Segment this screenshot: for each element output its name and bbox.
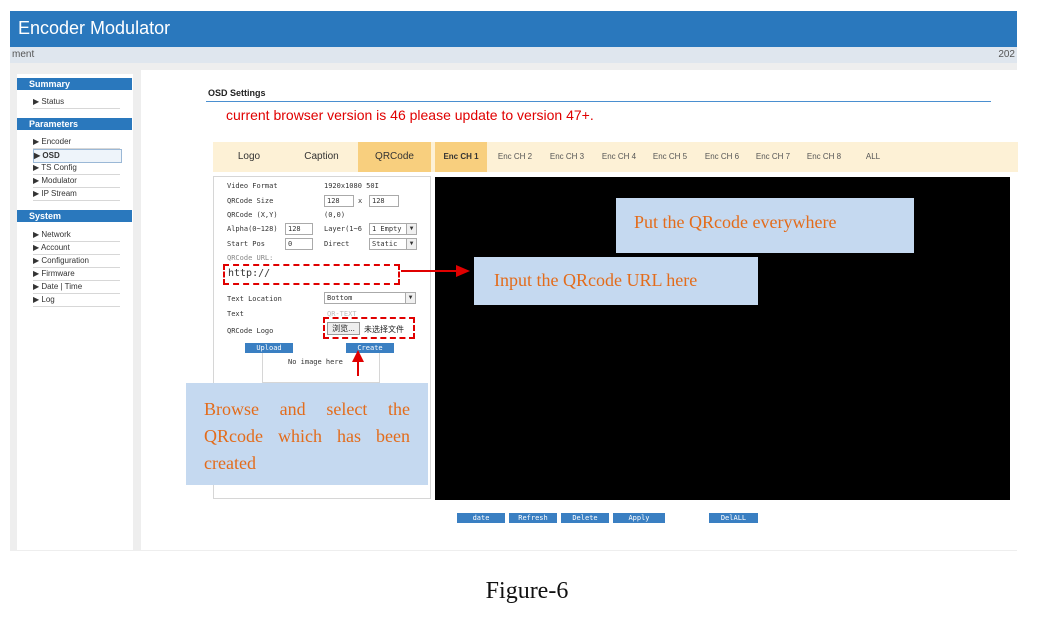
arrow-right-icon <box>401 265 470 277</box>
arrow-up-icon <box>352 350 364 376</box>
annotation-arrows <box>352 265 470 376</box>
figure-caption: Figure-6 <box>485 578 569 604</box>
